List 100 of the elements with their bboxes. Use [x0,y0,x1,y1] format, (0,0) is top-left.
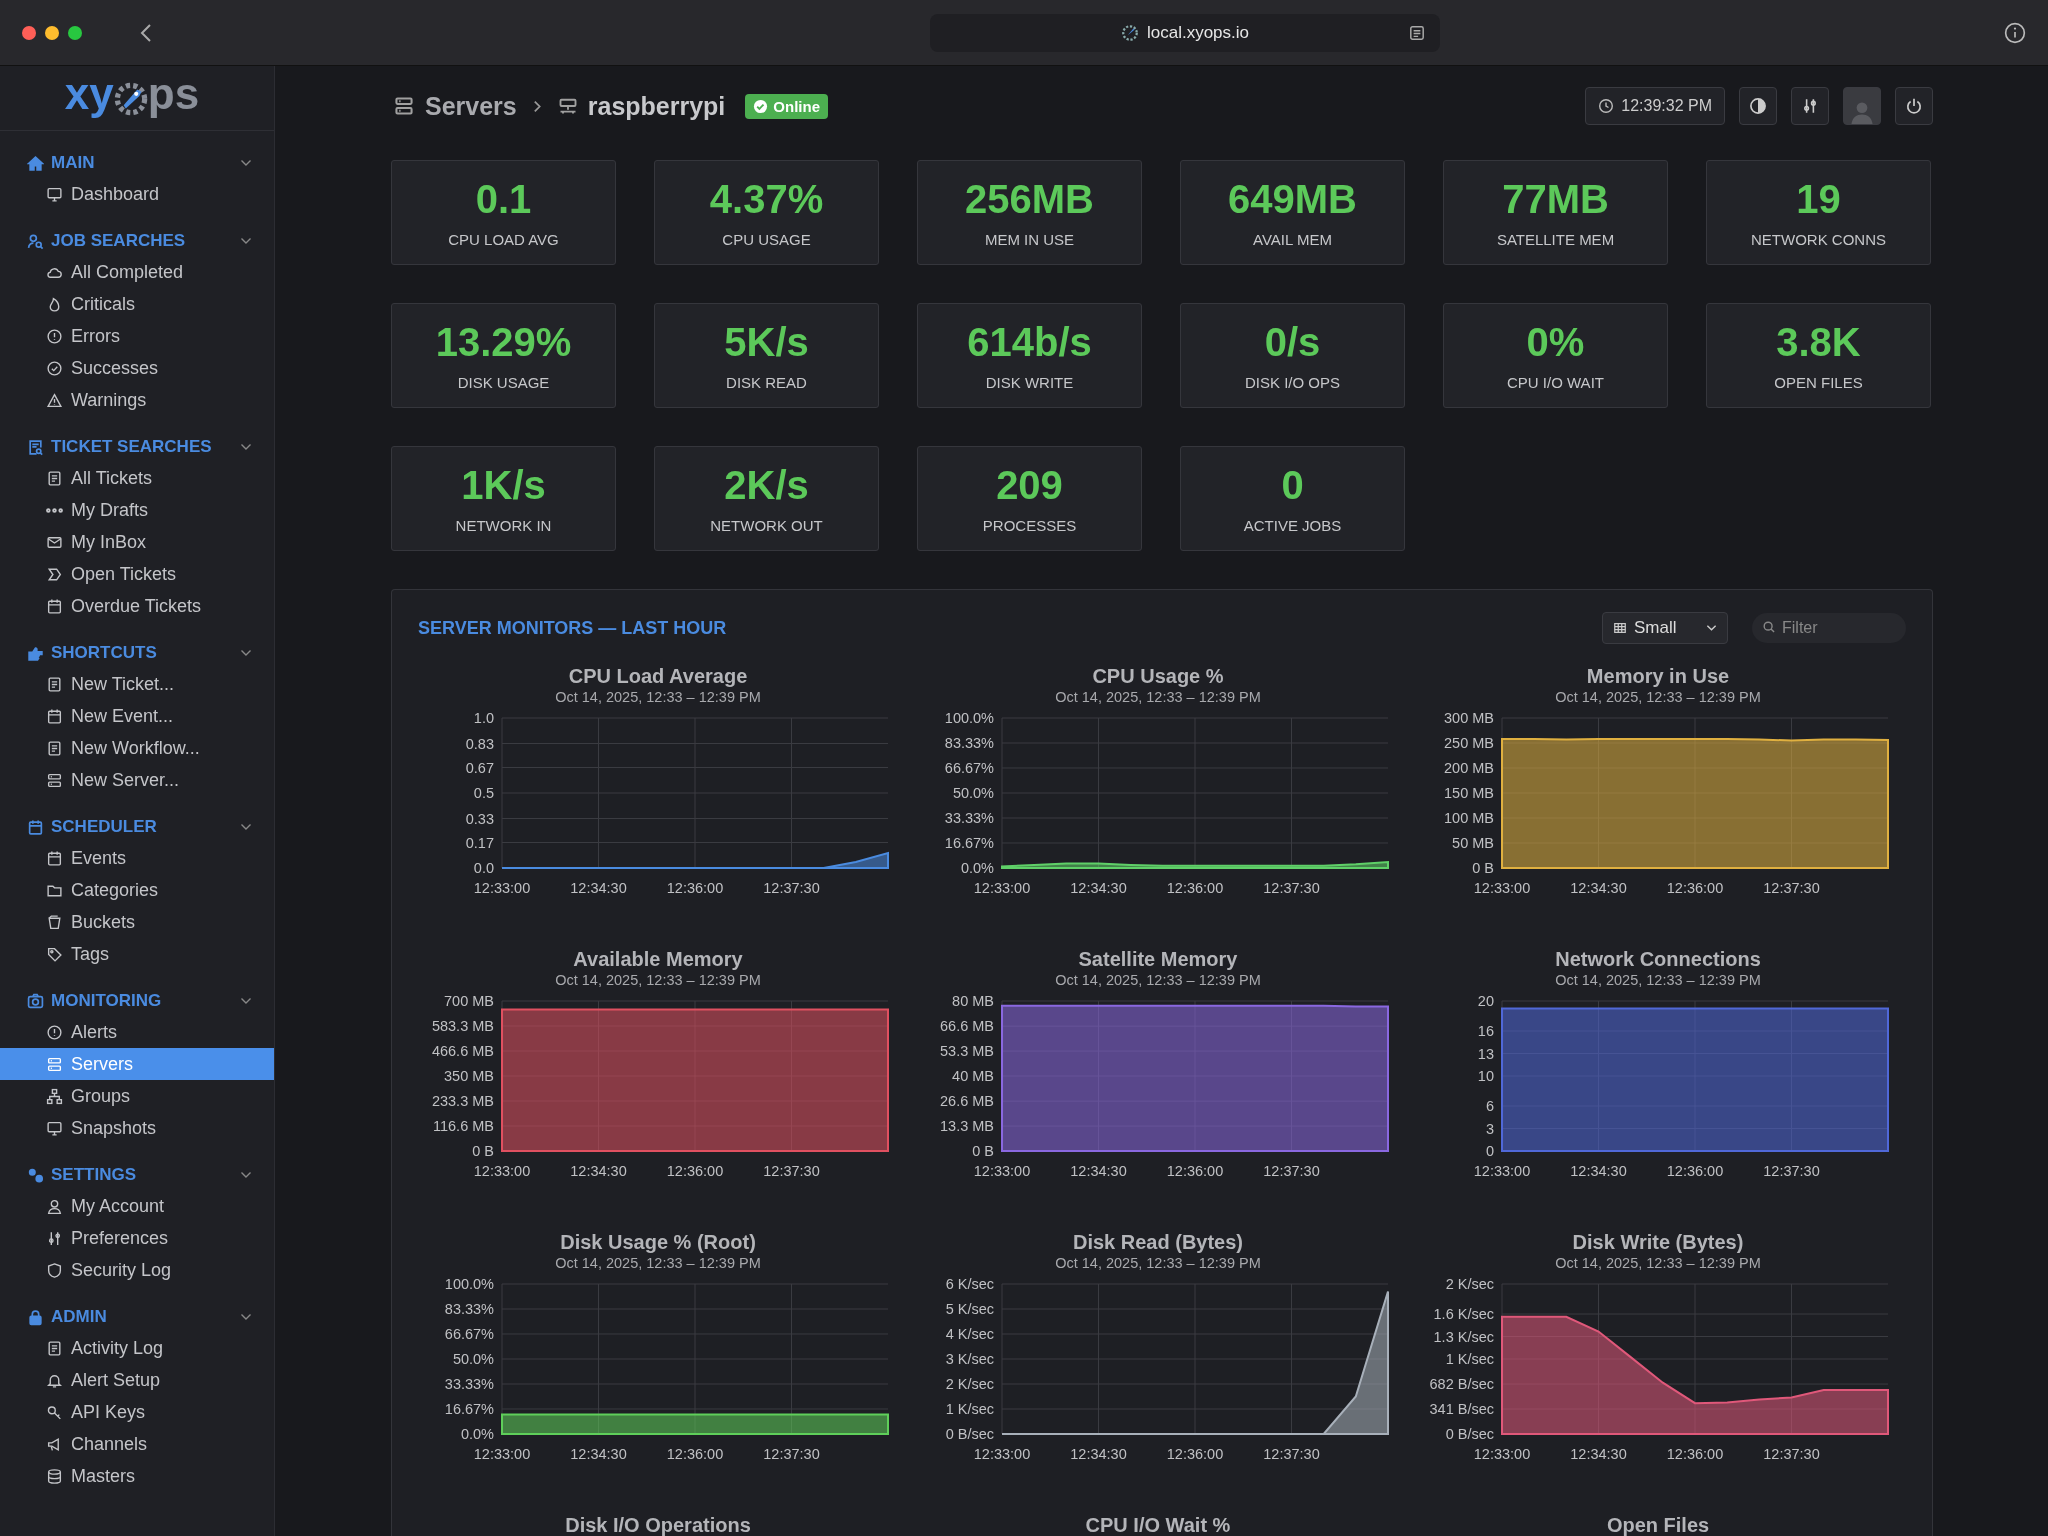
settings-button[interactable] [1791,87,1829,125]
sidebar-item[interactable]: My Account [0,1190,274,1222]
y-axis-label: 3 [1485,1120,1494,1137]
sidebar-item[interactable]: Events [0,842,274,874]
doc-icon [46,469,63,487]
sidebar-item[interactable]: API Keys [0,1396,274,1428]
y-axis-label: 200 MB [1444,760,1494,776]
back-icon[interactable] [140,22,152,43]
sidebar-item[interactable]: Channels [0,1428,274,1460]
sidebar-item[interactable]: Masters [0,1460,274,1492]
chevron-down-icon[interactable] [240,997,252,1005]
sidebar-item[interactable]: Tags [0,938,274,970]
chevron-down-icon[interactable] [240,237,252,245]
chart-title: Disk I/O Operations [565,1513,751,1536]
calendar-icon [46,597,63,615]
sidebar-item[interactable]: Overdue Tickets [0,590,274,622]
camera-icon [27,992,44,1010]
stat-label: NETWORK CONNS [1751,231,1886,248]
stat-value: 614b/s [967,320,1092,364]
calendar-icon [46,849,63,867]
filter-field[interactable]: Filter [1752,613,1906,643]
sidebar-item[interactable]: New Workflow... [0,732,274,764]
stat-label: OPEN FILES [1774,374,1863,391]
breadcrumb-link[interactable]: Servers [425,91,517,121]
sidebar-item[interactable]: Dashboard [0,178,274,210]
maximize-icon[interactable] [68,25,82,40]
chart-subtitle: Oct 14, 2025, 12:33 – 12:39 PM [555,971,761,989]
sidebar-item[interactable]: Alerts [0,1016,274,1048]
chart-title: CPU Usage % [1092,664,1224,688]
minimize-icon[interactable] [45,25,59,40]
y-axis-label: 100 MB [1444,810,1494,826]
chevron-down-icon[interactable] [240,1313,252,1321]
address-bar[interactable]: local.xyops.io [930,14,1440,52]
y-axis-label: 300 MB [1444,710,1494,726]
key-icon [46,1403,63,1421]
sidebar-item[interactable]: Preferences [0,1222,274,1254]
x-axis-label: 12:33:00 [473,1163,531,1179]
chevron-down-icon[interactable] [240,649,252,657]
sidebar-item[interactable]: New Ticket... [0,668,274,700]
section-title[interactable]: JOB SEARCHES [51,231,186,251]
sidebar-item[interactable]: Successes [0,352,274,384]
chevron-down-icon[interactable] [240,1171,252,1179]
y-axis-label: 0 B [1472,860,1494,876]
sidebar-item[interactable]: All Completed [0,256,274,288]
stat-label: DISK WRITE [985,374,1074,391]
chevron-down-icon[interactable] [240,823,252,831]
power-button[interactable] [1895,87,1933,125]
sidebar-item[interactable]: All Tickets [0,462,274,494]
x-axis-label: 12:37:30 [763,880,820,896]
close-icon[interactable] [22,25,36,40]
sidebar-item[interactable]: Security Log [0,1254,274,1286]
sidebar-item[interactable]: Activity Log [0,1332,274,1364]
sidebar-item[interactable]: Groups [0,1080,274,1112]
sidebar-item[interactable]: Open Tickets [0,558,274,590]
sidebar-item[interactable]: Warnings [0,384,274,416]
y-axis-label: 583.3 MB [431,1018,494,1034]
stat-value: 0 [1281,463,1304,507]
y-axis-label: 0 B/sec [1445,1426,1494,1442]
info-icon[interactable] [2004,21,2026,44]
section-title[interactable]: SHORTCUTS [51,643,157,663]
chevron-down-icon[interactable] [240,443,252,451]
section-title[interactable]: TICKET SEARCHES [51,437,212,457]
chevron-down-icon[interactable] [240,159,252,167]
x-axis-label: 12:37:30 [1763,880,1820,896]
section-title[interactable]: MAIN [51,153,95,173]
sidebar-item[interactable]: My InBox [0,526,274,558]
section-title[interactable]: ADMIN [51,1307,107,1327]
sidebar-item[interactable]: Criticals [0,288,274,320]
sidebar-item[interactable]: Snapshots [0,1112,274,1144]
sidebar-item[interactable]: My Drafts [0,494,274,526]
sidebar-item[interactable]: New Server... [0,764,274,796]
sidebar-item[interactable]: Alert Setup [0,1364,274,1396]
section-title[interactable]: SETTINGS [51,1165,136,1185]
alert-icon [46,1023,63,1041]
x-axis-label: 12:36:00 [1166,1163,1224,1179]
chart-subtitle: Oct 14, 2025, 12:33 – 12:39 PM [1055,971,1261,989]
chart-title: Disk Read (Bytes) [1072,1230,1244,1254]
time-display: 12:39:32 PM [1585,87,1725,125]
sidebar-item[interactable]: Buckets [0,906,274,938]
x-axis-label: 12:33:00 [1473,1446,1531,1462]
y-axis-label: 16.67% [944,835,994,851]
section-title[interactable]: SCHEDULER [51,817,157,837]
chart-title: Network Connections [1555,947,1761,971]
x-axis-label: 12:33:00 [473,1446,531,1462]
logo[interactable]: xy ps [0,66,274,131]
x-axis-label: 12:36:00 [1666,880,1724,896]
x-axis-label: 12:36:00 [1666,1446,1724,1462]
sidebar-item[interactable]: Errors [0,320,274,352]
section-title[interactable]: MONITORING [51,991,162,1011]
sidebar-item[interactable]: Categories [0,874,274,906]
y-axis-label: 13 [1477,1045,1494,1062]
x-axis-label: 12:34:30 [1570,880,1627,896]
stat-value: 1K/s [461,463,546,507]
theme-button[interactable] [1739,87,1777,125]
y-axis-label: 26.6 MB [940,1093,994,1110]
size-dropdown[interactable]: Small [1602,612,1728,644]
reader-icon[interactable] [1408,24,1426,42]
sidebar-item[interactable]: New Event... [0,700,274,732]
y-axis-label: 16 [1477,1023,1494,1039]
chart-subtitle: Oct 14, 2025, 12:33 – 12:39 PM [1555,1254,1761,1272]
